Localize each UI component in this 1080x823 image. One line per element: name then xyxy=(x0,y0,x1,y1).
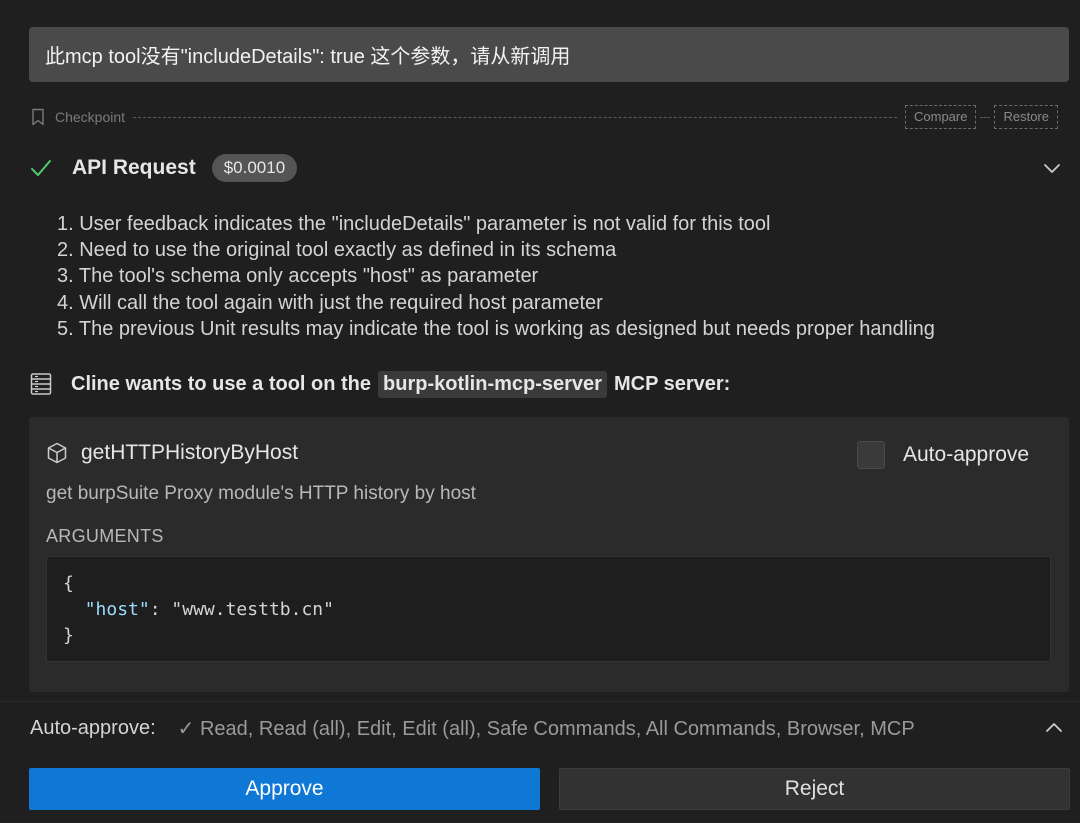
check-icon xyxy=(31,160,51,176)
tool-request-suffix: MCP server: xyxy=(613,372,731,395)
arguments-code-block: { "host": "www.testtb.cn" } xyxy=(46,556,1051,662)
json-separator: : xyxy=(149,599,172,620)
tool-request-prefix: Cline wants to use a tool on the xyxy=(71,372,372,395)
checkpoint-row: Checkpoint Compare Restore xyxy=(30,104,1058,130)
chat-panel: 此mcp tool没有"includeDetails": true 这个参数，请… xyxy=(0,0,1080,823)
reject-button[interactable]: Reject xyxy=(559,768,1070,810)
api-request-title: API Request xyxy=(72,156,196,179)
restore-button[interactable]: Restore xyxy=(994,105,1058,129)
server-icon xyxy=(30,373,52,395)
list-item: 1. User feedback indicates the "includeD… xyxy=(57,213,771,235)
json-close-brace: } xyxy=(63,625,74,646)
list-item: 4. Will call the tool again with just th… xyxy=(57,291,603,314)
chevron-up-icon[interactable] xyxy=(1044,718,1064,738)
checkpoint-label: Checkpoint xyxy=(55,109,126,125)
api-request-header[interactable]: API Request $0.0010 xyxy=(30,152,1070,184)
auto-approve-label[interactable]: Auto-approve xyxy=(903,443,1029,467)
list-item: 3. The tool's schema only accepts "host"… xyxy=(57,265,539,288)
checkpoint-divider-short xyxy=(980,116,991,118)
reasoning-list: 1. User feedback indicates the "includeD… xyxy=(57,211,1057,342)
cube-icon xyxy=(47,442,67,464)
auto-approve-checkbox[interactable] xyxy=(857,441,885,469)
auto-approve-bar[interactable]: Auto-approve: ✓ Read, Read (all), Edit, … xyxy=(0,701,1080,754)
tool-card: getHTTPHistoryByHost Auto-approve get bu… xyxy=(29,417,1069,692)
cost-badge: $0.0010 xyxy=(211,154,298,182)
tool-request-header: Cline wants to use a tool on the burp-ko… xyxy=(30,368,1070,400)
approve-button[interactable]: Approve xyxy=(29,768,540,810)
checkpoint-divider xyxy=(133,116,897,118)
list-item: 2. Need to use the original tool exactly… xyxy=(57,239,617,262)
user-message: 此mcp tool没有"includeDetails": true 这个参数，请… xyxy=(29,27,1069,82)
arguments-label: ARGUMENTS xyxy=(46,526,164,546)
json-value: "www.testtb.cn" xyxy=(171,599,334,620)
tool-name-row: getHTTPHistoryByHost xyxy=(46,441,298,465)
auto-approve-permissions: ✓ Read, Read (all), Edit, Edit (all), Sa… xyxy=(177,717,915,740)
json-key: "host" xyxy=(84,599,150,620)
compare-button[interactable]: Compare xyxy=(905,105,977,129)
auto-approve-bar-label: Auto-approve: xyxy=(30,716,156,739)
tool-description: get burpSuite Proxy module's HTTP histor… xyxy=(46,483,476,504)
list-item: 5. The previous Unit results may indicat… xyxy=(57,317,935,340)
user-message-text: 此mcp tool没有"includeDetails": true 这个参数，请… xyxy=(45,46,571,68)
bookmark-icon xyxy=(32,108,44,126)
server-name: burp-kotlin-mcp-server xyxy=(378,370,607,398)
chevron-down-icon[interactable] xyxy=(1042,158,1062,178)
tool-name: getHTTPHistoryByHost xyxy=(81,441,299,464)
json-open-brace: { xyxy=(63,573,74,594)
